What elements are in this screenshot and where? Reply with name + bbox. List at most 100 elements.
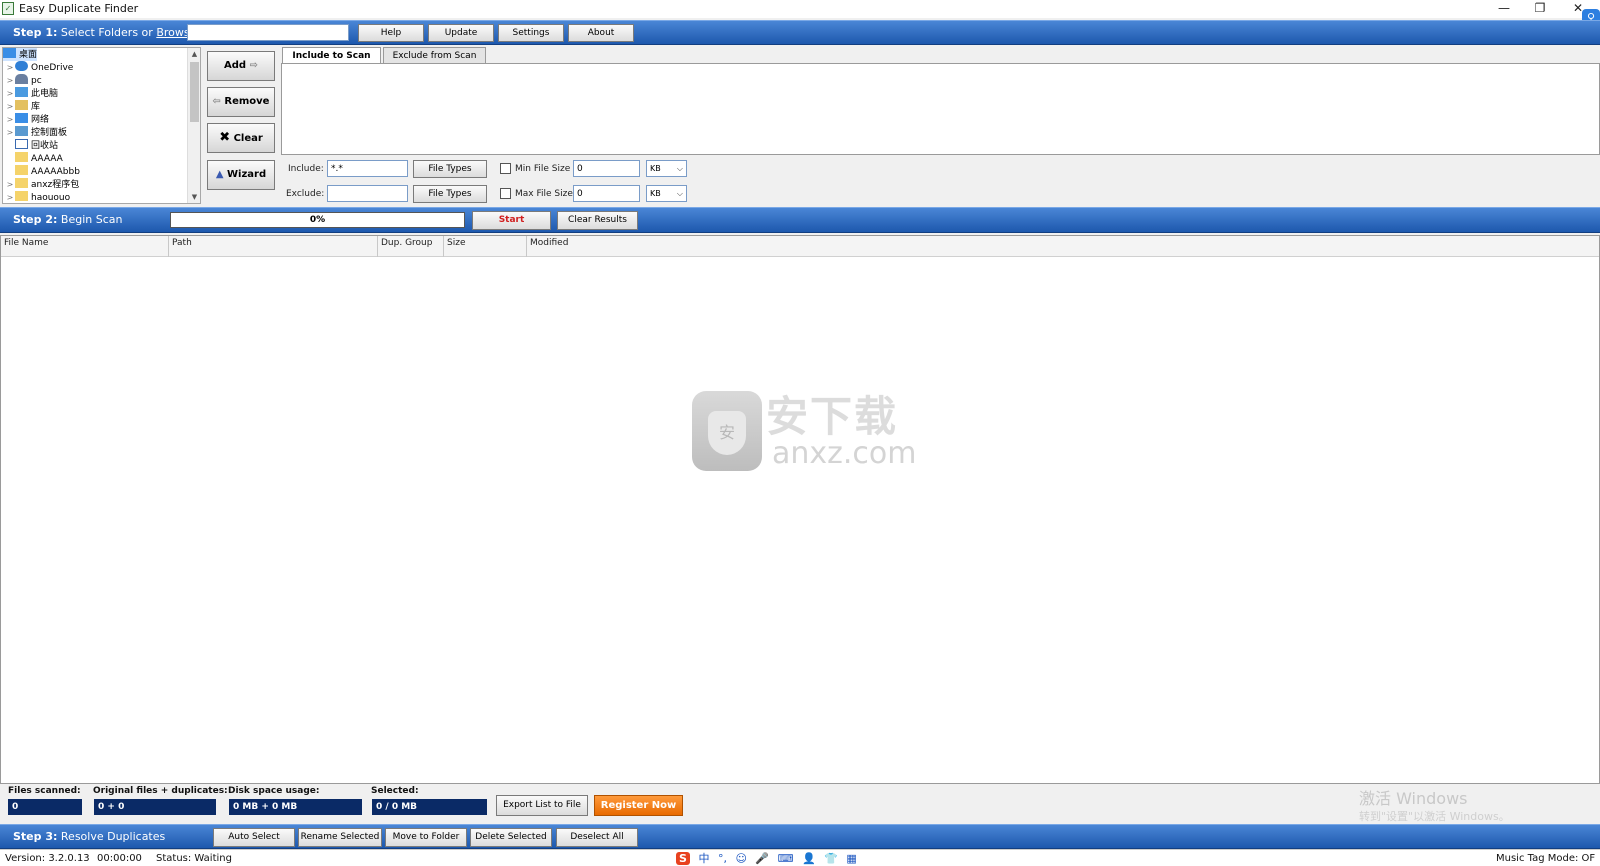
- recycle-bin-icon: [15, 139, 28, 149]
- progress-text: 0%: [309, 215, 326, 225]
- maximize-button[interactable]: ❐: [1522, 0, 1558, 18]
- expander-icon[interactable]: >: [5, 113, 15, 126]
- settings-button[interactable]: Settings: [498, 24, 564, 42]
- ime-toolbox-icon[interactable]: ▦: [846, 852, 856, 865]
- delete-selected-button[interactable]: Delete Selected: [470, 828, 552, 847]
- include-scan-list[interactable]: [281, 63, 1600, 155]
- exclude-file-types-button[interactable]: File Types: [413, 185, 487, 203]
- tree-item-recycle-bin[interactable]: 回收站: [15, 139, 58, 152]
- tree-item-folder[interactable]: AAAAA: [15, 152, 63, 165]
- tree-item-label: anxz程序包: [31, 180, 80, 190]
- ime-emoji-icon[interactable]: ☺: [735, 852, 746, 865]
- column-header-dup-group[interactable]: Dup. Group: [378, 236, 444, 257]
- min-file-size-checkbox[interactable]: [500, 163, 511, 174]
- minimize-button[interactable]: —: [1486, 0, 1522, 18]
- update-button[interactable]: Update: [428, 24, 494, 42]
- deselect-all-button[interactable]: Deselect All: [556, 828, 638, 847]
- expander-icon[interactable]: >: [5, 74, 15, 87]
- tree-item-label: haououo: [31, 193, 71, 203]
- start-scan-button[interactable]: Start: [472, 211, 551, 230]
- wizard-button[interactable]: ▲ Wizard: [207, 160, 275, 190]
- scroll-down-icon[interactable]: ▼: [188, 191, 200, 203]
- include-pattern-input[interactable]: *.*: [327, 160, 408, 177]
- register-now-button[interactable]: Register Now: [594, 795, 683, 816]
- arrow-left-icon: ⇦: [212, 96, 221, 107]
- max-file-size-checkbox[interactable]: [500, 188, 511, 199]
- tab-exclude-from-scan[interactable]: Exclude from Scan: [383, 47, 486, 64]
- window-title: Easy Duplicate Finder: [19, 2, 139, 15]
- step3-bar: Step 3: Resolve Duplicates Auto Select R…: [0, 824, 1600, 849]
- tree-item-desktop[interactable]: 桌面: [3, 48, 38, 61]
- version-text: Version: 3.2.0.13: [5, 853, 90, 864]
- clear-button[interactable]: ✖ Clear: [207, 123, 275, 153]
- expander-icon[interactable]: >: [5, 191, 15, 203]
- disk-usage-label: Disk space usage:: [228, 786, 320, 796]
- clear-results-button[interactable]: Clear Results: [557, 211, 638, 230]
- ime-chinese-mode[interactable]: 中: [698, 850, 709, 866]
- unit-value: KB: [650, 164, 661, 173]
- scroll-up-icon[interactable]: ▲: [188, 48, 200, 60]
- results-grid[interactable]: File Name Path Dup. Group Size Modified: [0, 235, 1600, 784]
- step3-label: Step 3: Resolve Duplicates: [13, 830, 166, 843]
- tree-item-label: 控制面板: [31, 128, 68, 138]
- tree-item-control-panel[interactable]: > 控制面板: [5, 126, 67, 139]
- export-list-button[interactable]: Export List to File: [496, 795, 588, 816]
- tree-item-pc-user[interactable]: > pc: [5, 74, 42, 87]
- ime-toolbar[interactable]: S 中 °, ☺ 🎤 ⌨ 👤 👕 ▦: [676, 850, 862, 866]
- arrow-right-icon: ⇨: [249, 60, 258, 71]
- ime-user-icon[interactable]: 👤: [802, 852, 816, 865]
- expander-icon[interactable]: >: [5, 100, 15, 113]
- column-header-size[interactable]: Size: [444, 236, 527, 257]
- min-file-size-input[interactable]: 0: [573, 160, 640, 177]
- max-file-size-input[interactable]: 0: [573, 185, 640, 202]
- scroll-thumb[interactable]: [190, 62, 199, 122]
- auto-select-button[interactable]: Auto Select: [213, 828, 295, 847]
- selected-value: 0 / 0 MB: [372, 799, 487, 815]
- folder-path-input[interactable]: [187, 24, 349, 41]
- include-label: Include:: [288, 164, 324, 174]
- expander-icon[interactable]: >: [5, 61, 15, 74]
- tab-include-to-scan[interactable]: Include to Scan: [282, 47, 381, 64]
- remove-button[interactable]: ⇦ Remove: [207, 87, 275, 117]
- folder-icon: [15, 165, 28, 175]
- tree-item-label: AAAAA: [31, 154, 63, 164]
- ime-punctuation-icon[interactable]: °,: [718, 852, 727, 865]
- tree-item-onedrive[interactable]: > OneDrive: [5, 61, 73, 74]
- about-button[interactable]: About: [568, 24, 634, 42]
- folder-tree[interactable]: 桌面 > OneDrive > pc > 此电脑 > 库 > 网络 > 控制面板 回收站 A…: [2, 47, 201, 204]
- tree-item-folder[interactable]: > haououo: [5, 191, 71, 203]
- move-to-folder-button[interactable]: Move to Folder: [385, 828, 467, 847]
- rename-selected-button[interactable]: Rename Selected: [298, 828, 382, 847]
- tree-item-folder[interactable]: AAAAAbbb: [15, 165, 80, 178]
- expander-icon[interactable]: >: [5, 87, 15, 100]
- tree-item-this-pc[interactable]: > 此电脑: [5, 87, 58, 100]
- min-size-unit-select[interactable]: KB ⌵: [646, 160, 687, 177]
- column-header-file-name[interactable]: File Name: [1, 236, 169, 257]
- chevron-down-icon: ⌵: [676, 164, 683, 173]
- expander-icon[interactable]: >: [5, 126, 15, 139]
- help-button[interactable]: Help: [358, 24, 424, 42]
- watermark-english: anxz.com: [772, 436, 917, 471]
- add-button[interactable]: Add ⇨: [207, 51, 275, 81]
- include-file-types-button[interactable]: File Types: [413, 160, 487, 178]
- files-scanned-value: 0: [8, 799, 82, 815]
- tree-scrollbar[interactable]: ▲ ▼: [187, 48, 200, 203]
- max-size-unit-select[interactable]: KB ⌵: [646, 185, 687, 202]
- selected-label: Selected:: [371, 786, 419, 796]
- column-header-path[interactable]: Path: [169, 236, 378, 257]
- sogou-logo-icon[interactable]: S: [676, 852, 690, 865]
- network-icon: [15, 113, 28, 123]
- tree-item-label: pc: [31, 76, 42, 86]
- ime-voice-icon[interactable]: 🎤: [755, 852, 769, 865]
- ime-keyboard-icon[interactable]: ⌨: [778, 852, 794, 865]
- exclude-pattern-input[interactable]: [327, 185, 408, 202]
- tree-item-network[interactable]: > 网络: [5, 113, 49, 126]
- cloud-icon: [15, 61, 28, 71]
- wizard-hat-icon: ▲: [215, 169, 224, 180]
- expander-icon[interactable]: >: [5, 178, 15, 191]
- tree-item-library[interactable]: > 库: [5, 100, 40, 113]
- tree-item-folder[interactable]: > anxz程序包: [5, 178, 79, 191]
- column-header-modified[interactable]: Modified: [527, 236, 1599, 257]
- wizard-label: Wizard: [227, 169, 267, 180]
- ime-skin-icon[interactable]: 👕: [824, 852, 838, 865]
